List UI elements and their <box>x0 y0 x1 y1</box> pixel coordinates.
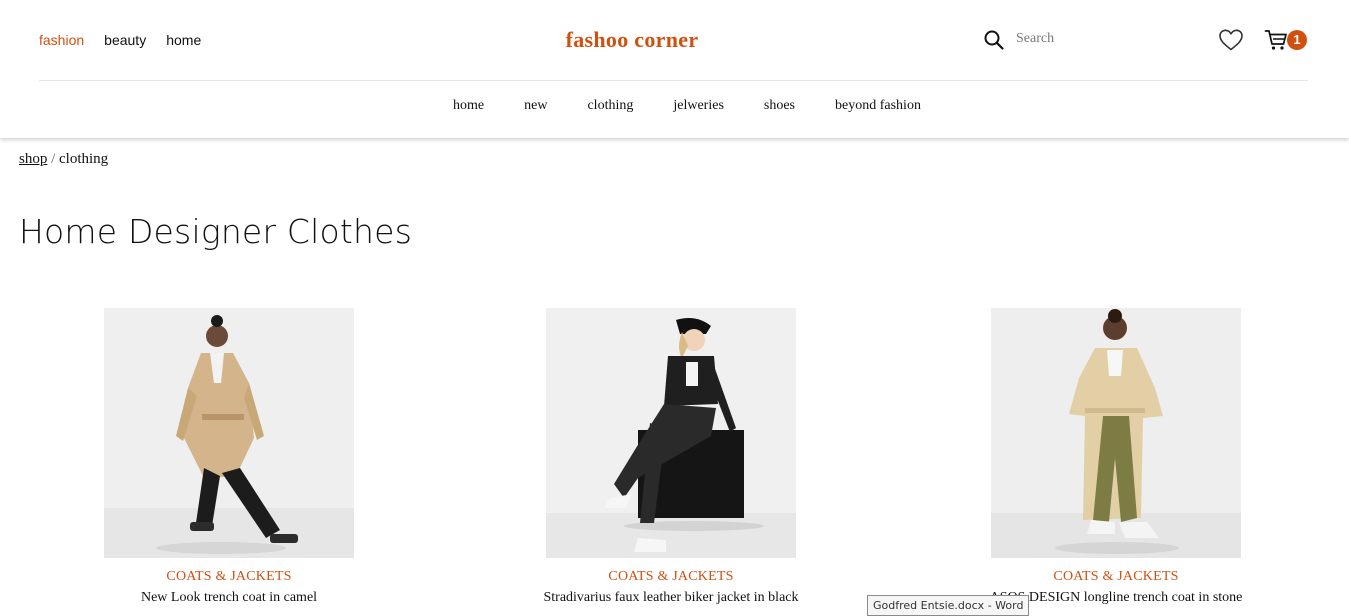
breadcrumb: shop / clothing <box>19 151 108 168</box>
heart-icon[interactable] <box>1218 28 1244 52</box>
category-link-beauty[interactable]: beauty <box>104 32 146 48</box>
nav-link-jelweries[interactable]: jelweries <box>673 98 724 114</box>
site-logo[interactable]: fashoo corner <box>562 27 702 53</box>
category-link-fashion[interactable]: fashion <box>39 32 84 48</box>
product-card[interactable]: COATS & JACKETS ASOS DESIGN longline tre… <box>956 308 1276 611</box>
product-name[interactable]: New Look trench coat in camel <box>69 590 389 606</box>
product-image[interactable] <box>104 308 354 558</box>
site-header: fashion beauty home fashoo corner Search… <box>0 0 1349 138</box>
product-image[interactable] <box>991 308 1241 558</box>
product-name[interactable]: Stradivarius faux leather biker jacket i… <box>511 590 831 606</box>
product-category: COATS & JACKETS <box>166 569 292 584</box>
category-nav: fashion beauty home <box>39 32 201 48</box>
product-card[interactable]: COATS & JACKETS Stradivarius faux leathe… <box>511 308 831 611</box>
breadcrumb-shop-link[interactable]: shop <box>19 151 47 167</box>
main-nav: home new clothing jelweries shoes beyond… <box>0 98 1349 114</box>
taskbar-tooltip: Godfred Entsie.docx - Word <box>867 595 1030 616</box>
header-top-row: fashion beauty home fashoo corner Search… <box>39 0 1308 81</box>
nav-link-shoes[interactable]: shoes <box>764 98 795 114</box>
breadcrumb-current: clothing <box>59 151 109 167</box>
product-category: COATS & JACKETS <box>1053 569 1179 584</box>
nav-link-home[interactable]: home <box>453 98 484 114</box>
cart-count-badge: 1 <box>1287 30 1307 50</box>
search-icon[interactable] <box>983 29 1005 51</box>
product-card[interactable]: COATS & JACKETS New Look trench coat in … <box>69 308 389 611</box>
cart-icon[interactable] <box>1264 28 1288 52</box>
nav-link-clothing[interactable]: clothing <box>587 98 633 114</box>
nav-link-new[interactable]: new <box>524 98 547 114</box>
category-link-home[interactable]: home <box>166 32 201 48</box>
breadcrumb-separator: / <box>51 151 56 167</box>
page-title: Home Designer Clothes <box>19 212 413 251</box>
search-input[interactable] <box>1016 27 1166 51</box>
nav-link-beyond-fashion[interactable]: beyond fashion <box>835 98 921 114</box>
product-image[interactable] <box>546 308 796 558</box>
product-category: COATS & JACKETS <box>608 569 734 584</box>
